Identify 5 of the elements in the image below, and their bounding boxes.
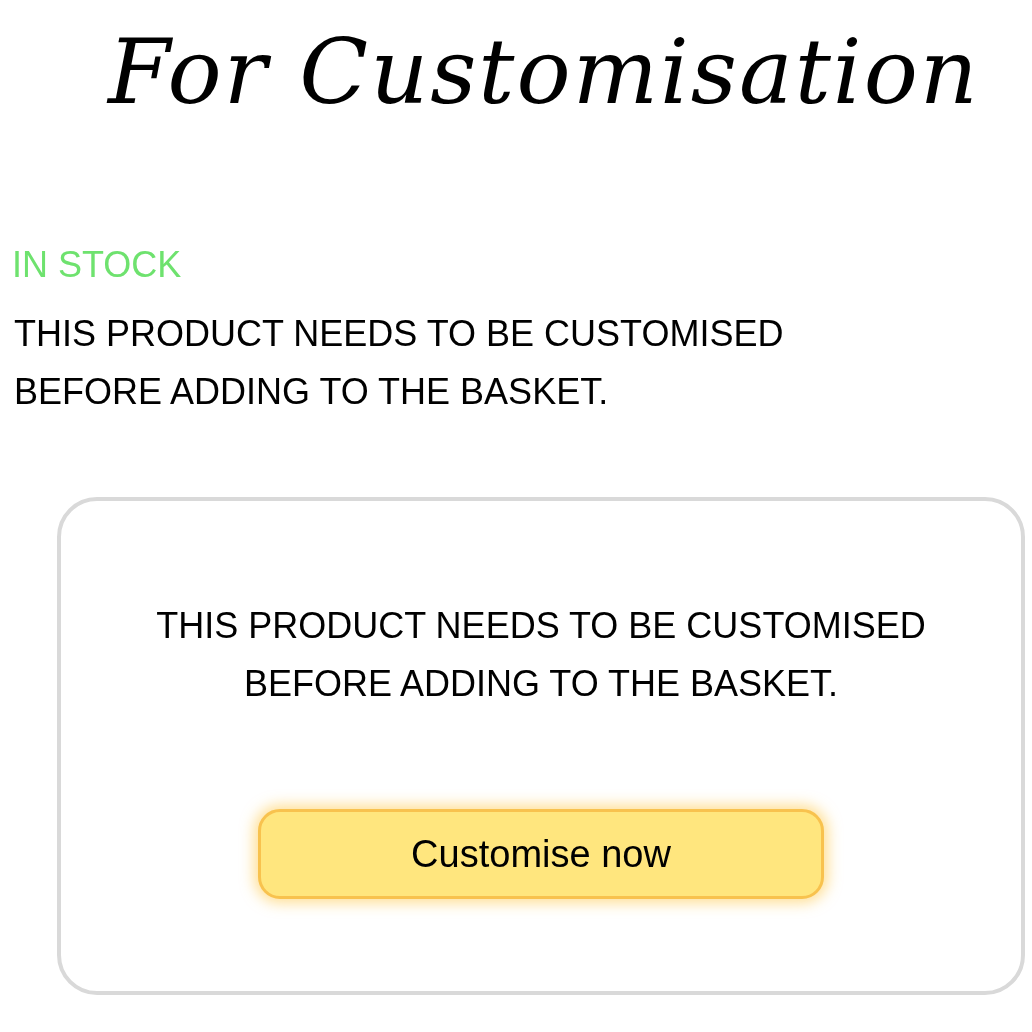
stock-status: IN STOCK	[12, 245, 182, 285]
page-heading: For Customisation	[108, 22, 980, 121]
customise-button[interactable]: Customise now	[258, 808, 824, 899]
card-message: THIS PRODUCT NEEDS TO BE CUSTOMISED BEFORE ADDING TO THE BASKET.	[155, 603, 927, 706]
notice-text: THIS PRODUCT NEEDS TO BE CUSTOMISED BEFORE ADDING TO THE BASKET.	[14, 311, 785, 414]
